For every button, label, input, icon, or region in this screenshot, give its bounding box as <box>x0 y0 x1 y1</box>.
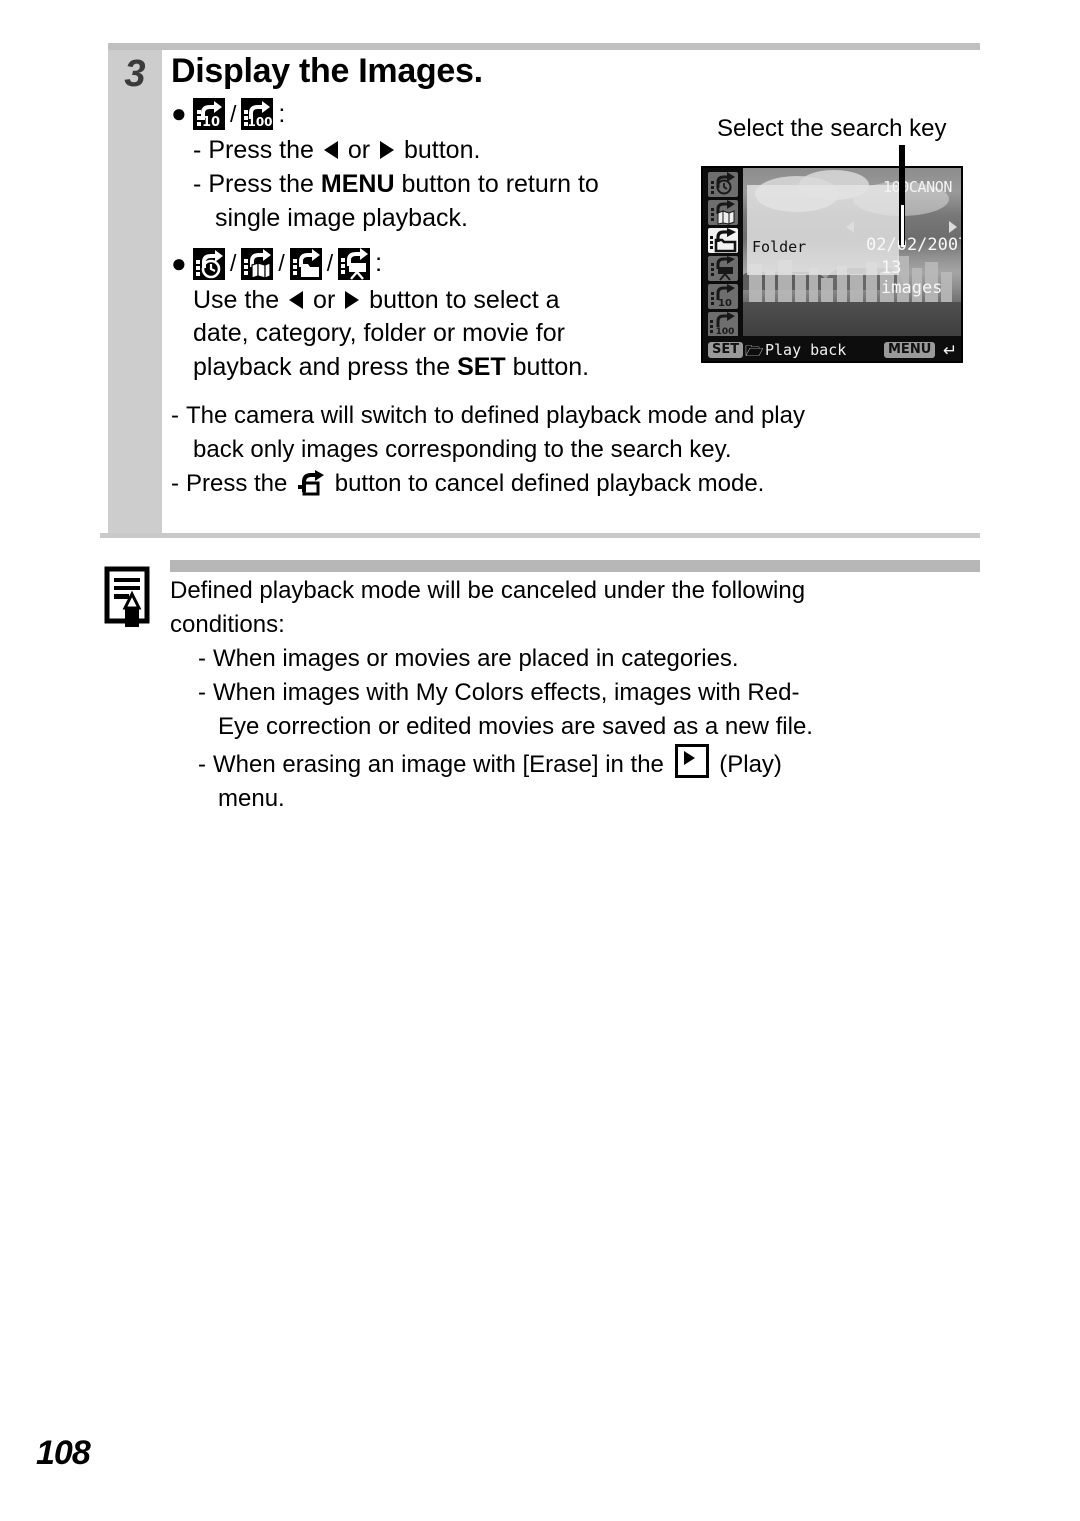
jump-to-movie-icon <box>338 247 371 280</box>
lcd-folder-name: 100CANON <box>883 178 953 196</box>
callout-leader-line-highlight <box>901 205 904 247</box>
dash-marker: - <box>198 751 206 779</box>
note-item-text-after: (Play) <box>712 751 782 779</box>
callout-label: Select the search key <box>717 115 947 142</box>
lcd-return-arrow-icon: ↵ <box>943 341 958 361</box>
building-shape <box>795 274 806 304</box>
building-shape <box>850 274 863 304</box>
icon-separator: / <box>326 250 334 277</box>
lcd-date-value: 02/02/2007 <box>866 235 963 255</box>
lcd-left-arrow-icon[interactable] <box>846 221 854 233</box>
set-button-label: SET <box>457 353 506 382</box>
jump-to-folder-icon <box>289 247 322 280</box>
svg-text:100: 100 <box>248 115 273 129</box>
jump-10-images-icon: 10 <box>193 98 225 131</box>
line-text-before: playback and press the <box>193 353 458 382</box>
or-text: or <box>340 136 378 165</box>
lcd-set-pill: SET <box>708 342 744 358</box>
play-mode-icon <box>674 744 709 779</box>
camera-lcd-screenshot: 10 100 Folder 100CANON 02/02/2007 13 ima… <box>701 166 963 363</box>
step-detail-lines: - The camera will switch to defined playb… <box>171 399 976 501</box>
line-text-after: button to select a <box>362 285 560 314</box>
step-top-rule <box>108 43 980 50</box>
left-arrow-icon <box>323 141 338 160</box>
svg-text:10: 10 <box>718 298 732 309</box>
lcd-sidebar-item-jump-to-movie[interactable] <box>708 256 738 281</box>
icon-separator: / <box>230 250 237 277</box>
note-list-item-continuation: Eye correction or edited movies are save… <box>218 713 813 741</box>
note-list-item-continuation: menu. <box>218 785 285 813</box>
page-number: 108 <box>36 1434 91 1472</box>
note-item-text-before: When erasing an image with [Erase] in th… <box>213 751 671 779</box>
note-list-item: - When erasing an image with [Erase] in t… <box>170 744 980 782</box>
detail-line: - Press the button to cancel defined play… <box>171 467 976 501</box>
lcd-set-action-label: Play back <box>765 341 847 359</box>
line-text-after: button to return to <box>394 170 599 199</box>
jump-100-images-icon: 100 <box>241 98 274 131</box>
bullet-dot-icon: ● <box>171 98 187 129</box>
line-text-after: button. <box>397 136 481 165</box>
dash-marker: - <box>193 170 202 199</box>
detail-text: The camera will switch to defined playba… <box>186 401 805 429</box>
note-body: Defined playback mode will be canceled u… <box>170 574 980 817</box>
note-list-item: - When images with My Colors effects, ima… <box>170 676 980 710</box>
step-bottom-rule <box>100 533 980 538</box>
note-top-rule <box>170 560 980 572</box>
lcd-bottom-bar: SET 🗁 Play back MENU ↵ <box>703 336 961 361</box>
lcd-sidebar-item-jump-to-folder[interactable] <box>708 228 738 253</box>
detail-line: - The camera will switch to defined playb… <box>171 399 976 433</box>
jump-to-date-icon <box>193 247 225 280</box>
memo-pencil-icon <box>104 566 156 630</box>
lcd-sidebar-item-jump-10-images[interactable]: 10 <box>708 284 738 309</box>
line-text-before: Use the <box>193 285 287 314</box>
detail-text-after: button to cancel defined playback mode. <box>328 470 765 498</box>
line-text-after: button. <box>505 353 590 382</box>
svg-text:10: 10 <box>202 115 220 130</box>
right-arrow-icon <box>380 141 395 160</box>
note-intro-line: conditions: <box>170 611 285 639</box>
step-number-gray-column <box>108 50 162 533</box>
detail-text-before: Press the <box>186 470 295 498</box>
note-intro-line: Defined playback mode will be canceled u… <box>170 577 806 604</box>
lcd-right-arrow-icon[interactable] <box>949 221 957 233</box>
dash-marker: - <box>171 401 179 429</box>
note-list-item: - When images or movies are placed in cat… <box>170 642 980 676</box>
jump-to-folder-small-icon <box>297 470 325 496</box>
dash-marker: - <box>193 136 202 165</box>
lcd-sidebar-item-jump-100-images[interactable]: 100 <box>708 312 738 337</box>
building-shape <box>821 278 833 304</box>
left-arrow-icon <box>289 290 304 309</box>
step-number: 3 <box>124 53 146 95</box>
right-arrow-icon <box>345 290 360 309</box>
jump-to-category-icon <box>241 247 274 280</box>
dash-marker: - <box>198 645 206 673</box>
building-shape <box>765 270 775 304</box>
lcd-menu-pill: MENU <box>884 342 936 358</box>
icon-row-colon: : <box>278 99 286 128</box>
icon-separator: / <box>230 100 237 127</box>
line-text-before: Press the <box>208 170 321 199</box>
lcd-folder-glyph-icon: 🗁 <box>745 342 764 360</box>
dash-marker: - <box>198 679 206 707</box>
lcd-folder-preview-panel <box>747 185 899 275</box>
or-text: or <box>306 285 343 314</box>
dash-marker: - <box>171 470 179 498</box>
lcd-search-key-sidebar[interactable]: 10 100 <box>703 168 743 337</box>
lcd-image-count: 13 images <box>881 258 943 298</box>
line-text-before: Press the <box>208 136 321 165</box>
note-item-text: When images with My Colors effects, imag… <box>213 679 800 707</box>
detail-line-continuation: back only images corresponding to the se… <box>193 435 732 463</box>
note-item-text: When images or movies are placed in cate… <box>213 645 739 673</box>
lcd-sidebar-item-jump-to-category[interactable] <box>708 200 738 225</box>
bullet-dot-icon: ● <box>171 247 187 278</box>
icon-separator: / <box>278 250 285 277</box>
lcd-folder-label: Folder <box>752 238 807 256</box>
icon-row-colon: : <box>375 249 383 278</box>
menu-button-label: MENU <box>320 170 395 199</box>
step-title: Display the Images. <box>171 52 483 90</box>
lcd-sidebar-item-jump-to-date[interactable] <box>708 172 738 197</box>
